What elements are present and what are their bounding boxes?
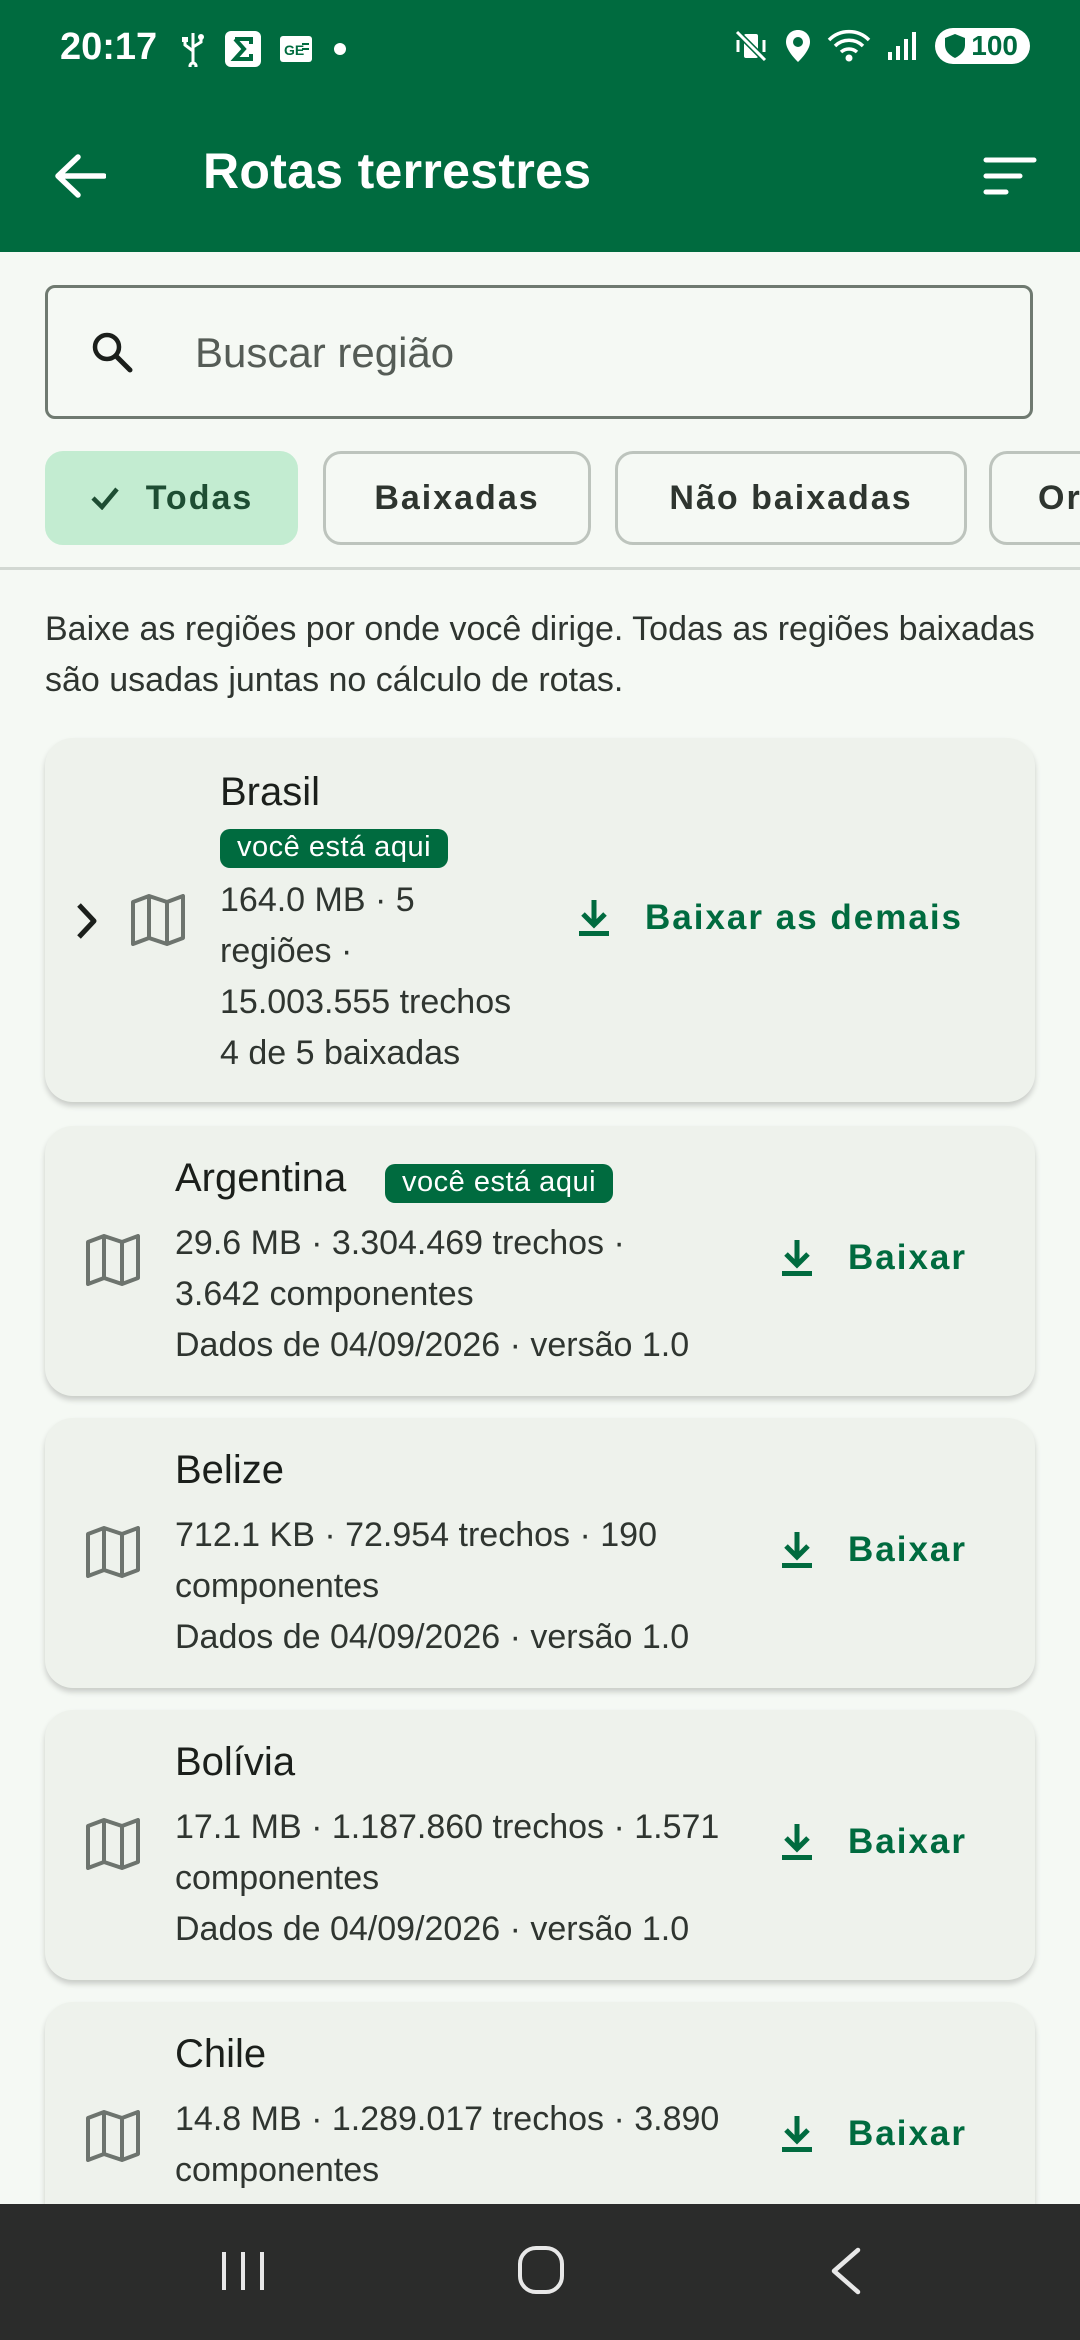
region-name: Brasil [220, 770, 321, 814]
signal-icon [888, 32, 917, 60]
download-button[interactable]: Baixar [780, 2114, 967, 2154]
battery-indicator: 100 [935, 28, 1030, 64]
region-name: Bolívia [175, 1740, 296, 1784]
ge-app-icon: GE [280, 36, 312, 62]
current-location-badge: você está aqui [385, 1164, 614, 1203]
usb-icon [182, 33, 204, 67]
download-button[interactable]: Baixar [780, 1530, 967, 1570]
svg-text:GE: GE [284, 42, 304, 58]
status-time: 20:17 [60, 26, 158, 68]
region-details: 29.6 MB · 3.304.469 trechos · 3.642 comp… [175, 1224, 690, 1364]
page-title: Rotas terrestres [203, 143, 592, 199]
search-field[interactable] [45, 285, 1033, 419]
location-icon [786, 30, 811, 62]
check-icon [91, 487, 119, 510]
system-nav-bar [0, 2204, 1080, 2340]
map-icon [86, 1234, 140, 1286]
download-icon [782, 1240, 812, 1276]
download-icon [782, 2116, 812, 2152]
chevron-right-icon[interactable] [75, 901, 99, 941]
current-location-badge: você está aqui [220, 829, 449, 868]
search-input[interactable] [193, 312, 997, 394]
sort-lines-icon [983, 157, 1037, 195]
sort-button[interactable] [978, 144, 1042, 208]
region-name: Argentina [175, 1156, 347, 1200]
vibrate-mute-icon [735, 29, 768, 63]
recents-icon[interactable] [218, 2248, 268, 2294]
battery-shield-icon [945, 34, 966, 58]
chip-label: Não baixadas [669, 478, 913, 517]
region-card-argentina[interactable]: Argentina você está aqui 29.6 MB · 3.304… [45, 1126, 1035, 1396]
map-icon [131, 894, 185, 946]
search-icon [92, 332, 133, 373]
chip-partial[interactable]: Or [989, 451, 1080, 545]
nav-back-icon[interactable] [826, 2246, 866, 2296]
battery-level: 100 [971, 30, 1018, 61]
region-card-brasil[interactable]: Brasil você está aqui 164.0 MB · 5 regiõ… [45, 738, 1035, 1102]
divider [0, 567, 1080, 570]
app-bar: Rotas terrestres [0, 100, 1080, 252]
download-remaining-button[interactable]: Baixar as demais [577, 898, 963, 938]
map-icon [86, 1818, 140, 1870]
wifi-icon [828, 29, 871, 62]
map-icon [86, 1526, 140, 1578]
download-icon [782, 1532, 812, 1568]
dot-icon [334, 43, 346, 55]
region-card-bolivia[interactable]: Bolívia 17.1 MB · 1.187.860 trechos · 1.… [45, 1710, 1035, 1980]
download-icon [782, 1824, 812, 1860]
chip-nao-baixadas[interactable]: Não baixadas [615, 451, 967, 545]
back-button[interactable] [50, 146, 110, 206]
region-details: 164.0 MB · 5 regiões · 15.003.555 trecho… [220, 881, 512, 1072]
region-card-belize[interactable]: Belize 712.1 KB · 72.954 trechos · 190 c… [45, 1418, 1035, 1688]
status-bar: 20:17 GE 100 [0, 0, 1080, 100]
region-name: Chile [175, 2032, 267, 2076]
sigma-app-icon [225, 31, 261, 67]
region-details: 14.8 MB · 1.289.017 trechos · 3.890 comp… [175, 2100, 720, 2189]
region-details: 712.1 KB · 72.954 trechos · 190 componen… [175, 1516, 690, 1656]
chip-label: Baixadas [374, 478, 540, 517]
download-button[interactable]: Baixar [780, 1822, 967, 1862]
filter-chips: Todas Baixadas Não baixadas Or [45, 451, 1080, 547]
home-icon[interactable] [516, 2244, 566, 2296]
download-icon [579, 900, 609, 936]
chip-label: Or [1038, 478, 1080, 517]
chip-label: Todas [145, 478, 254, 517]
region-details: 17.1 MB · 1.187.860 trechos · 1.571 comp… [175, 1808, 720, 1948]
intro-text: Baixe as regiões por onde você dirige. T… [45, 610, 1035, 699]
arrow-left-icon [55, 154, 106, 198]
map-icon [86, 2110, 140, 2162]
chip-baixadas[interactable]: Baixadas [323, 451, 591, 545]
download-button[interactable]: Baixar [780, 1238, 967, 1278]
chip-todas[interactable]: Todas [45, 451, 298, 545]
region-name: Belize [175, 1448, 284, 1492]
